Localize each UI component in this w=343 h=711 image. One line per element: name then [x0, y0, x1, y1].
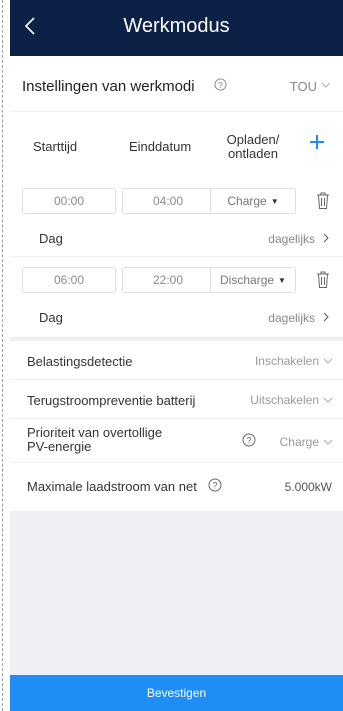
confirm-button-label: Bevestigen: [146, 686, 207, 700]
mode-select-value: Discharge: [220, 273, 275, 287]
tou-schedule: Starttijd Einddatum Opladen/ ontladen 00…: [10, 112, 343, 337]
caret-down-icon: ▼: [270, 196, 279, 206]
mode-select[interactable]: Discharge ▼: [210, 267, 296, 293]
max-grid-charge-label: Maximale laadstroom van net: [27, 479, 197, 494]
settings-list: Belastingsdetectie Inschakelen Terugstro…: [10, 341, 343, 511]
svg-text:?: ?: [246, 436, 251, 446]
surplus-pv-label: Prioriteit van overtollige PV-energie: [27, 426, 217, 454]
start-time-field[interactable]: 00:00: [22, 188, 116, 214]
work-mode-row[interactable]: Instellingen van werkmodi ? TOU: [10, 56, 343, 112]
max-grid-charge-value[interactable]: 5.000kW: [285, 480, 332, 494]
end-time-field[interactable]: 22:00: [122, 267, 214, 293]
mode-select-value: Charge: [227, 194, 267, 208]
work-mode-label: Instellingen van werkmodi: [22, 78, 195, 95]
chevron-down-icon: [321, 82, 331, 88]
page-edge-guide: [2, 0, 3, 711]
delete-slot-icon[interactable]: [316, 271, 330, 289]
backflow-prevention-label: Terugstroompreventie batterij: [27, 393, 196, 408]
header-bar: Werkmodus: [10, 0, 343, 56]
backflow-prevention-row[interactable]: Terugstroompreventie batterij Uitschakel…: [10, 380, 343, 419]
slot-divider: [10, 256, 343, 257]
load-detection-value: Inschakelen: [254, 354, 319, 368]
surplus-pv-label-line1: Prioriteit van overtollige: [27, 425, 163, 440]
svg-text:?: ?: [212, 481, 217, 491]
surplus-pv-row[interactable]: Prioriteit van overtollige PV-energie ? …: [10, 419, 343, 463]
end-time-field[interactable]: 04:00: [122, 188, 214, 214]
chevron-down-icon: [323, 358, 333, 364]
app-screen: Werkmodus Instellingen van werkmodi ? TO…: [10, 0, 343, 711]
help-icon[interactable]: ?: [242, 433, 256, 447]
surplus-pv-value: Charge: [279, 435, 319, 449]
page-title: Werkmodus: [123, 15, 230, 37]
day-label: Dag: [39, 231, 63, 246]
day-value[interactable]: dagelijks: [268, 232, 315, 246]
confirm-button[interactable]: Bevestigen: [10, 675, 343, 711]
chevron-down-icon: [323, 439, 333, 445]
charge-discharge-header: Opladen/ ontladen: [218, 133, 288, 161]
day-value[interactable]: dagelijks: [268, 311, 315, 325]
help-icon[interactable]: ?: [214, 78, 227, 91]
work-mode-value: TOU: [289, 79, 317, 94]
start-time-field[interactable]: 06:00: [22, 267, 116, 293]
chevron-right-icon: [323, 233, 329, 243]
end-time-header: Einddatum: [129, 139, 192, 154]
start-time-header: Starttijd: [33, 139, 78, 154]
svg-text:?: ?: [218, 80, 223, 90]
load-detection-label: Belastingsdetectie: [27, 354, 133, 369]
add-slot-button[interactable]: [308, 133, 326, 151]
surplus-pv-label-line2: PV-energie: [27, 439, 92, 454]
chevron-right-icon: [323, 312, 329, 322]
help-icon[interactable]: ?: [208, 478, 222, 492]
backflow-prevention-value: Uitschakelen: [250, 393, 319, 407]
delete-slot-icon[interactable]: [316, 192, 330, 210]
charge-header-line2: ontladen: [228, 146, 278, 161]
chevron-down-icon: [323, 397, 333, 403]
max-grid-charge-row[interactable]: Maximale laadstroom van net ? 5.000kW: [10, 463, 343, 509]
load-detection-row[interactable]: Belastingsdetectie Inschakelen: [10, 341, 343, 380]
mode-select[interactable]: Charge ▼: [210, 188, 296, 214]
caret-down-icon: ▼: [278, 275, 286, 285]
day-label: Dag: [39, 310, 63, 325]
charge-header-line1: Opladen/: [226, 132, 280, 147]
